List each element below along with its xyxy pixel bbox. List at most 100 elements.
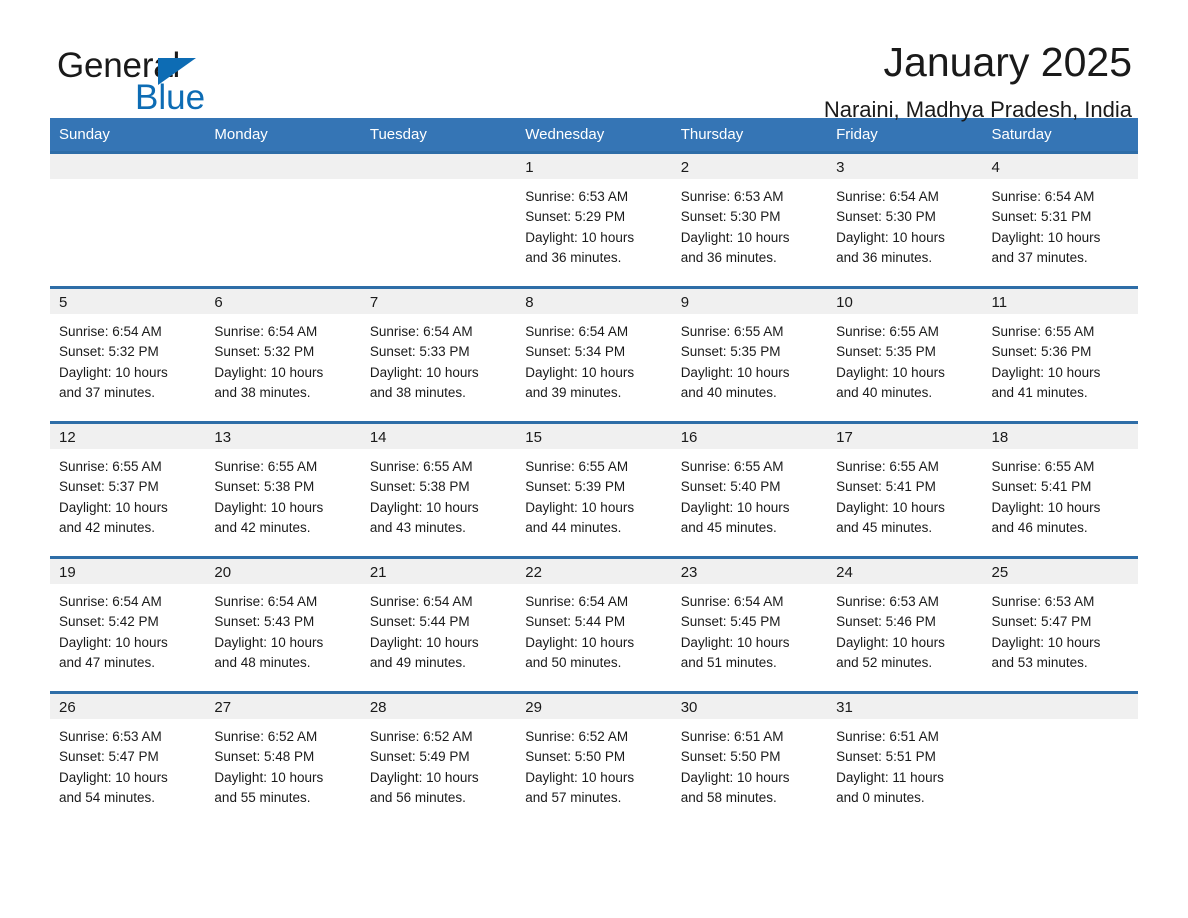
calendar-day-cell[interactable]: 6 Sunrise: 6:54 AM Sunset: 5:32 PM Daylight…	[205, 286, 361, 423]
daylight-text: Daylight: 10 hours	[214, 769, 324, 785]
day-number: 31	[827, 694, 983, 719]
day-number: 5	[50, 289, 206, 314]
daylight-text: Daylight: 10 hours	[214, 499, 324, 515]
day-cell-inner	[205, 154, 361, 286]
calendar-day-cell[interactable]: 18 Sunrise: 6:55 AM Sunset: 5:41 PM Dayligh…	[982, 421, 1138, 558]
sunrise-text: Sunrise: 6:54 AM	[525, 324, 629, 339]
daylight-text: Daylight: 11 hours	[836, 769, 944, 785]
day-details	[361, 179, 516, 187]
sunrise-text: Sunrise: 6:55 AM	[680, 324, 784, 339]
day-cell-inner: 21 Sunrise: 6:54 AM Sunset: 5:44 PM Dayligh…	[360, 559, 517, 691]
sunset-text: Sunset: 5:35 PM	[680, 344, 781, 360]
calendar-day-cell[interactable]: 30 Sunrise: 6:51 AM Sunset: 5:50 PM Dayligh…	[671, 691, 828, 828]
day-details: Sunrise: 6:51 AM Sunset: 5:51 PM Daylight:…	[827, 719, 982, 808]
calendar-day-cell[interactable]: 28 Sunrise: 6:52 AM Sunset: 5:49 PM Dayligh…	[360, 691, 517, 828]
day-number: 30	[671, 694, 828, 719]
calendar-day-cell[interactable]: 29 Sunrise: 6:52 AM Sunset: 5:50 PM Dayligh…	[516, 691, 672, 828]
day-cell-inner: 18 Sunrise: 6:55 AM Sunset: 5:41 PM Dayligh…	[982, 424, 1138, 556]
calendar-day-cell[interactable]: 17 Sunrise: 6:55 AM Sunset: 5:41 PM Dayligh…	[827, 421, 983, 558]
calendar-day-cell[interactable]: 16 Sunrise: 6:55 AM Sunset: 5:40 PM Dayligh…	[671, 421, 828, 558]
calendar-day-cell-empty	[360, 151, 517, 288]
calendar-day-cell[interactable]: 11 Sunrise: 6:55 AM Sunset: 5:36 PM Dayligh…	[982, 286, 1138, 423]
calendar-day-cell[interactable]: 1 Sunrise: 6:53 AM Sunset: 5:29 PM Daylight…	[516, 151, 672, 288]
sunset-text: Sunset: 5:30 PM	[680, 209, 781, 225]
calendar-day-cell[interactable]: 13 Sunrise: 6:55 AM Sunset: 5:38 PM Dayligh…	[205, 421, 361, 558]
daylight-text-cont: and 58 minutes.	[680, 789, 777, 805]
daylight-text-cont: and 41 minutes.	[991, 384, 1088, 400]
day-details: Sunrise: 6:54 AM Sunset: 5:34 PM Daylight:…	[516, 314, 671, 403]
sunrise-text: Sunrise: 6:55 AM	[991, 324, 1095, 339]
daylight-text-cont: and 0 minutes.	[836, 789, 925, 805]
daylight-text-cont: and 45 minutes.	[836, 519, 933, 535]
calendar-day-cell[interactable]: 12 Sunrise: 6:55 AM Sunset: 5:37 PM Dayligh…	[50, 421, 206, 558]
title-block: January 2025 Naraini, Madhya Pradesh, In…	[824, 38, 1132, 125]
day-cell-inner: 27 Sunrise: 6:52 AM Sunset: 5:48 PM Dayligh…	[205, 694, 361, 826]
calendar-week-row: 19 Sunrise: 6:54 AM Sunset: 5:42 PM Dayligh…	[50, 556, 1138, 693]
daylight-text: Daylight: 10 hours	[991, 634, 1101, 650]
daylight-text-cont: and 40 minutes.	[836, 384, 933, 400]
day-details: Sunrise: 6:54 AM Sunset: 5:32 PM Daylight:…	[205, 314, 360, 403]
sunset-text: Sunset: 5:44 PM	[525, 614, 626, 630]
sunset-text: Sunset: 5:38 PM	[369, 479, 470, 495]
day-details: Sunrise: 6:55 AM Sunset: 5:39 PM Daylight:…	[516, 449, 671, 538]
sunrise-text: Sunrise: 6:55 AM	[836, 459, 939, 474]
calendar-day-cell[interactable]: 26 Sunrise: 6:53 AM Sunset: 5:47 PM Dayligh…	[50, 691, 206, 828]
calendar-day-cell[interactable]: 15 Sunrise: 6:55 AM Sunset: 5:39 PM Dayligh…	[516, 421, 672, 558]
daylight-text-cont: and 43 minutes.	[369, 519, 466, 535]
sunrise-text: Sunrise: 6:55 AM	[991, 459, 1095, 474]
day-cell-inner: 26 Sunrise: 6:53 AM Sunset: 5:47 PM Dayligh…	[50, 694, 206, 826]
day-cell-inner: 22 Sunrise: 6:54 AM Sunset: 5:44 PM Dayligh…	[516, 559, 672, 691]
sunrise-text: Sunrise: 6:54 AM	[836, 189, 939, 204]
day-details: Sunrise: 6:53 AM Sunset: 5:46 PM Daylight:…	[827, 584, 982, 673]
day-cell-inner: 4 Sunrise: 6:54 AM Sunset: 5:31 PM Daylight…	[982, 154, 1138, 286]
calendar-day-cell[interactable]: 31 Sunrise: 6:51 AM Sunset: 5:51 PM Dayligh…	[827, 691, 983, 828]
day-number: 21	[360, 559, 517, 584]
calendar-day-cell[interactable]: 19 Sunrise: 6:54 AM Sunset: 5:42 PM Dayligh…	[50, 556, 206, 693]
daylight-text-cont: and 37 minutes.	[59, 384, 156, 400]
day-number: 6	[205, 289, 361, 314]
daylight-text-cont: and 38 minutes.	[369, 384, 466, 400]
sunset-text: Sunset: 5:32 PM	[214, 344, 315, 360]
calendar-day-cell[interactable]: 27 Sunrise: 6:52 AM Sunset: 5:48 PM Dayligh…	[205, 691, 361, 828]
calendar-page: General Blue January 2025 Naraini, Madhy…	[0, 0, 1188, 918]
calendar-day-cell[interactable]: 14 Sunrise: 6:55 AM Sunset: 5:38 PM Dayligh…	[360, 421, 517, 558]
day-number: 13	[205, 424, 361, 449]
calendar-day-cell[interactable]: 10 Sunrise: 6:55 AM Sunset: 5:35 PM Dayligh…	[827, 286, 983, 423]
day-number: 26	[50, 694, 206, 719]
calendar-day-cell[interactable]: 3 Sunrise: 6:54 AM Sunset: 5:30 PM Daylight…	[827, 151, 983, 288]
calendar-day-cell[interactable]: 22 Sunrise: 6:54 AM Sunset: 5:44 PM Dayligh…	[516, 556, 672, 693]
daylight-text: Daylight: 10 hours	[836, 634, 945, 650]
sunrise-text: Sunrise: 6:55 AM	[59, 459, 162, 474]
calendar-day-cell[interactable]: 7 Sunrise: 6:54 AM Sunset: 5:33 PM Daylight…	[360, 286, 517, 423]
sunset-text: Sunset: 5:37 PM	[59, 479, 159, 495]
calendar-day-cell[interactable]: 5 Sunrise: 6:54 AM Sunset: 5:32 PM Daylight…	[50, 286, 206, 423]
day-cell-inner: 17 Sunrise: 6:55 AM Sunset: 5:41 PM Dayligh…	[827, 424, 983, 556]
daylight-text: Daylight: 10 hours	[836, 499, 945, 515]
daylight-text-cont: and 44 minutes.	[525, 519, 622, 535]
calendar-day-cell[interactable]: 23 Sunrise: 6:54 AM Sunset: 5:45 PM Dayligh…	[671, 556, 828, 693]
day-cell-inner: 8 Sunrise: 6:54 AM Sunset: 5:34 PM Daylight…	[516, 289, 672, 421]
calendar-day-cell[interactable]: 24 Sunrise: 6:53 AM Sunset: 5:46 PM Dayligh…	[827, 556, 983, 693]
calendar-day-cell[interactable]: 9 Sunrise: 6:55 AM Sunset: 5:35 PM Daylight…	[671, 286, 828, 423]
day-number: 10	[827, 289, 983, 314]
day-details: Sunrise: 6:52 AM Sunset: 5:48 PM Daylight:…	[205, 719, 360, 808]
day-details: Sunrise: 6:52 AM Sunset: 5:50 PM Daylight:…	[516, 719, 671, 808]
calendar-day-cell[interactable]: 21 Sunrise: 6:54 AM Sunset: 5:44 PM Dayligh…	[360, 556, 517, 693]
daylight-text: Daylight: 10 hours	[59, 769, 168, 785]
calendar-day-cell[interactable]: 4 Sunrise: 6:54 AM Sunset: 5:31 PM Daylight…	[982, 151, 1138, 288]
day-cell-inner: 24 Sunrise: 6:53 AM Sunset: 5:46 PM Dayligh…	[827, 559, 983, 691]
sunset-text: Sunset: 5:45 PM	[680, 614, 781, 630]
day-details: Sunrise: 6:55 AM Sunset: 5:41 PM Daylight:…	[983, 449, 1138, 538]
day-cell-inner	[360, 154, 517, 286]
calendar-day-cell[interactable]: 20 Sunrise: 6:54 AM Sunset: 5:43 PM Dayligh…	[205, 556, 361, 693]
day-cell-inner: 1 Sunrise: 6:53 AM Sunset: 5:29 PM Daylight…	[516, 154, 672, 286]
calendar-day-cell[interactable]: 2 Sunrise: 6:53 AM Sunset: 5:30 PM Daylight…	[671, 151, 828, 288]
day-number: 18	[982, 424, 1138, 449]
sunrise-text: Sunrise: 6:54 AM	[525, 594, 629, 609]
calendar-day-cell[interactable]: 8 Sunrise: 6:54 AM Sunset: 5:34 PM Daylight…	[516, 286, 672, 423]
day-details: Sunrise: 6:55 AM Sunset: 5:37 PM Daylight:…	[50, 449, 205, 538]
day-number: 24	[827, 559, 983, 584]
calendar-day-cell[interactable]: 25 Sunrise: 6:53 AM Sunset: 5:47 PM Dayligh…	[982, 556, 1138, 693]
sunrise-text: Sunrise: 6:53 AM	[836, 594, 939, 609]
sunset-text: Sunset: 5:50 PM	[680, 749, 781, 765]
